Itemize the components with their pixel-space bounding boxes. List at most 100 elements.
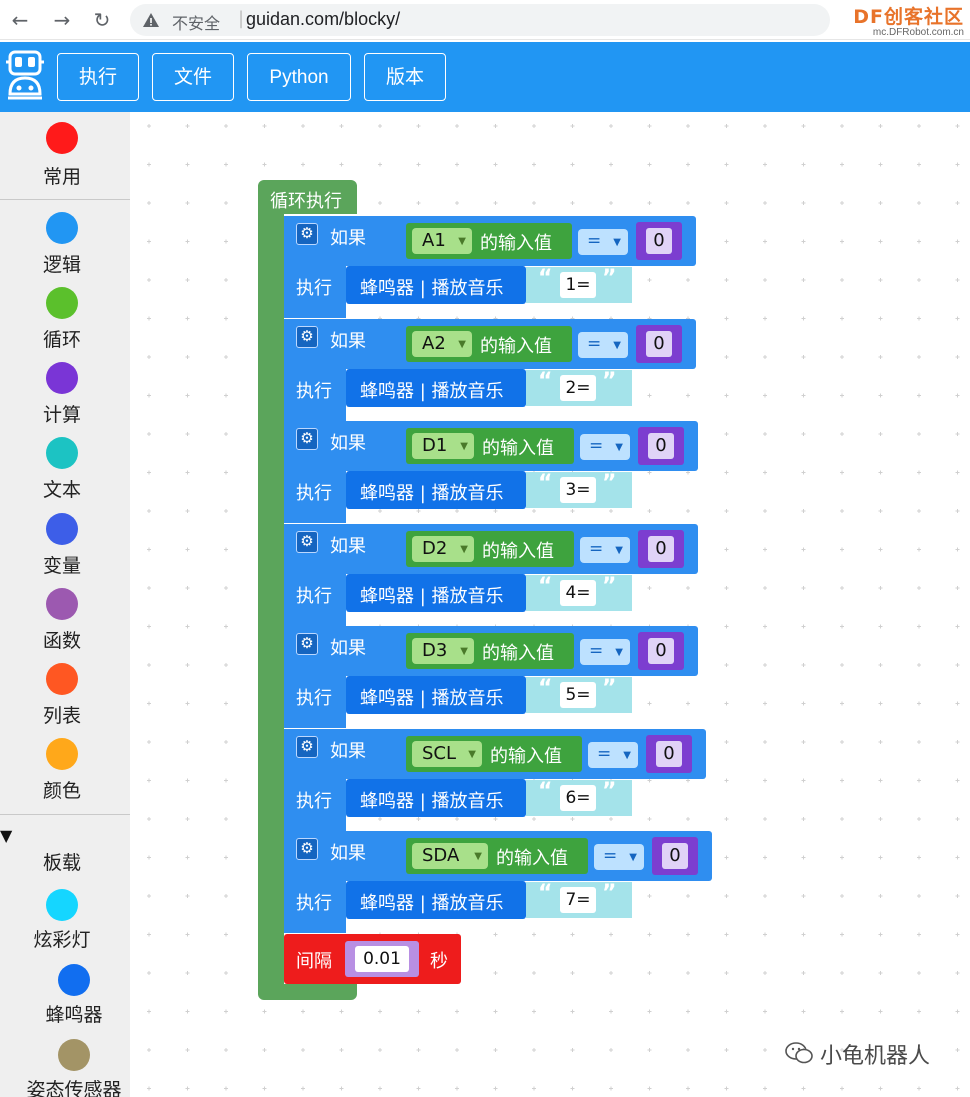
operator-dropdown[interactable]: = ▼ [580, 536, 630, 563]
dropdown-arrow-icon: ▼ [613, 339, 621, 351]
pin-value: D3 [422, 640, 448, 661]
url-text[interactable]: guidan.com/blocky/ [246, 9, 400, 30]
category-dot [46, 663, 78, 695]
address-bar[interactable]: 不安全 | guidan.com/blocky/ [130, 4, 830, 36]
pin-dropdown[interactable]: D1 ▼ [412, 433, 474, 459]
note-value-field[interactable]: 3= [560, 477, 596, 503]
number-value-field[interactable]: 0 [646, 228, 672, 254]
pin-dropdown[interactable]: A1 ▼ [412, 228, 472, 254]
pin-dropdown[interactable]: A2 ▼ [412, 330, 472, 357]
category-dot [58, 964, 90, 996]
forward-arrow-icon[interactable]: → [50, 8, 74, 32]
buzzer-label: 蜂鸣器 | 播放音乐 [360, 893, 504, 914]
operator-dropdown[interactable]: = ▼ [580, 434, 630, 460]
input-value-label: 的输入值 [482, 643, 554, 664]
operator-dropdown[interactable]: = ▼ [578, 331, 628, 358]
dropdown-arrow-icon: ▼ [629, 852, 637, 863]
dropdown-arrow-icon: ▼ [468, 748, 476, 760]
gear-icon[interactable]: ⚙ [296, 838, 318, 860]
if-label: 如果 [330, 433, 366, 454]
number-block[interactable]: 0 [636, 222, 682, 260]
operator-dropdown[interactable]: = ▼ [594, 844, 644, 870]
number-block[interactable]: 0 [638, 427, 684, 465]
note-value-field[interactable]: 2= [560, 374, 596, 401]
open-quote-icon: “ [538, 471, 553, 496]
pin-dropdown[interactable]: D2 ▼ [412, 535, 474, 562]
number-value-field[interactable]: 0 [648, 638, 674, 664]
open-quote-icon: “ [538, 778, 553, 804]
buzzer-label: 蜂鸣器 | 播放音乐 [360, 585, 504, 607]
gear-icon[interactable]: ⚙ [296, 223, 318, 245]
dropdown-arrow-icon: ▼ [458, 338, 466, 350]
number-value-field[interactable]: 0 [662, 843, 688, 869]
delay-unit: 秒 [430, 951, 448, 972]
sidebar-divider [0, 199, 130, 200]
buzzer-label: 蜂鸣器 | 播放音乐 [360, 688, 504, 709]
note-value-field[interactable]: 1= [560, 272, 596, 298]
category-label: 列表 [42, 705, 81, 727]
note-value-field[interactable]: 7= [560, 887, 596, 913]
number-value-field[interactable]: 0 [648, 535, 674, 562]
insecure-label: 不安全 [172, 14, 221, 33]
category-label: 炫彩灯 [33, 929, 91, 951]
gear-icon[interactable]: ⚙ [296, 428, 318, 450]
note-value-field[interactable]: 5= [560, 682, 596, 708]
category-label: 蜂鸣器 [45, 1004, 103, 1026]
gear-icon[interactable]: ⚙ [296, 735, 318, 758]
category-label: 板载 [42, 852, 81, 874]
open-quote-icon: “ [538, 368, 553, 394]
gear-icon[interactable]: ⚙ [296, 530, 318, 553]
pin-dropdown[interactable]: D3 ▼ [412, 638, 474, 664]
category-label: 姿态传感器 [26, 1079, 122, 1097]
back-arrow-icon[interactable]: ← [8, 8, 32, 32]
note-value-field[interactable]: 4= [560, 579, 596, 606]
number-block[interactable]: 0 [636, 324, 682, 363]
menu-file-button[interactable]: 文件 [152, 53, 234, 101]
number-block[interactable]: 0 [646, 734, 692, 773]
if-label: 如果 [330, 740, 366, 762]
buzzer-label: 蜂鸣器 | 播放音乐 [360, 790, 504, 812]
buzzer-label: 蜂鸣器 | 播放音乐 [360, 483, 504, 504]
category-label: 逻辑 [42, 254, 81, 276]
reload-icon[interactable]: ↻ [90, 8, 114, 32]
number-value-field[interactable]: 0 [656, 740, 682, 767]
number-value-field[interactable]: 0 [646, 330, 672, 357]
number-block[interactable]: 0 [652, 837, 698, 875]
category-dot [58, 1039, 90, 1071]
open-quote-icon: “ [538, 573, 553, 599]
gear-icon[interactable]: ⚙ [296, 325, 318, 348]
operator-dropdown[interactable]: = ▼ [588, 741, 638, 768]
open-quote-icon: “ [538, 676, 553, 701]
input-value-label: 的输入值 [496, 848, 568, 869]
warning-icon[interactable] [142, 11, 160, 29]
gear-icon[interactable]: ⚙ [296, 633, 318, 655]
operator-value: = [589, 436, 604, 456]
number-block[interactable]: 0 [638, 529, 684, 568]
menu-version-button[interactable]: 版本 [364, 53, 446, 101]
operator-value: = [587, 333, 602, 354]
category-label: 计算 [42, 404, 81, 426]
operator-dropdown[interactable]: = ▼ [578, 229, 628, 255]
watermark-text: 小龟机器人 [820, 1044, 931, 1069]
pin-dropdown[interactable]: SDA ▼ [412, 843, 488, 869]
menu-run-button[interactable]: 执行 [57, 53, 139, 101]
delay-value-field[interactable]: 0.01 [355, 946, 409, 972]
pin-dropdown[interactable]: SCL ▼ [412, 740, 482, 767]
pin-value: SDA [422, 845, 460, 866]
do-label: 执行 [296, 893, 332, 914]
dropdown-arrow-icon: ▼ [474, 851, 482, 862]
menu-python-button[interactable]: Python [247, 53, 351, 101]
operator-dropdown[interactable]: = ▼ [580, 639, 630, 665]
category-dot [46, 122, 78, 154]
collapse-triangle-icon[interactable]: ▼ [0, 826, 12, 845]
sidebar-divider [0, 814, 130, 815]
number-value-field[interactable]: 0 [648, 433, 674, 459]
note-value-field[interactable]: 6= [560, 784, 596, 811]
toolbox-sidebar: 常用 逻辑 循环 计算 文本 变量 函数 列表 颜色 ▼ 板载 炫彩灯 蜂鸣器 … [0, 112, 130, 1097]
number-block[interactable]: 0 [638, 632, 684, 670]
address-separator: | [238, 8, 245, 29]
close-quote-icon: ” [602, 471, 617, 496]
category-dot [46, 212, 78, 244]
wechat-icon [785, 1042, 813, 1064]
pin-value: D2 [422, 537, 448, 559]
